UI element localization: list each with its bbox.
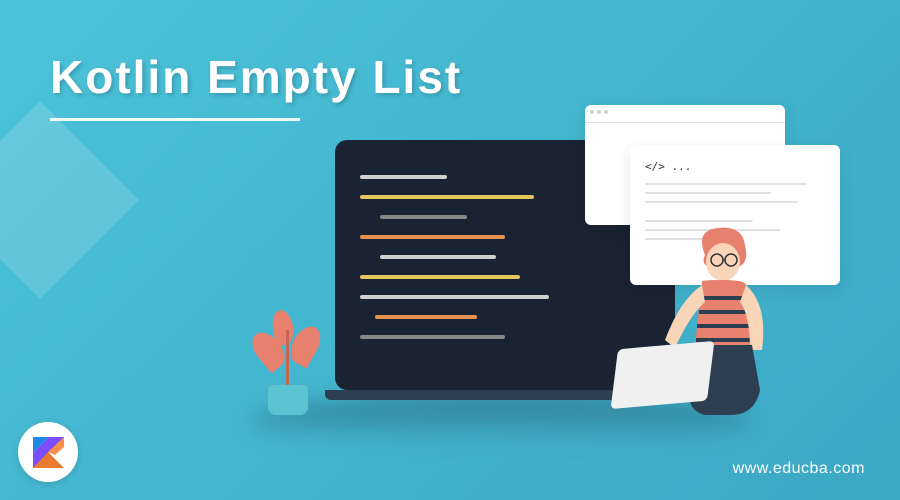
window-dot (604, 110, 608, 114)
popup-titlebar (585, 105, 785, 123)
code-line (360, 175, 447, 179)
code-line (360, 195, 534, 199)
popup-line (645, 192, 771, 194)
stem (286, 330, 289, 385)
logo-badge (18, 422, 78, 482)
code-line (360, 235, 505, 239)
hero-banner: Kotlin Empty List </> ... (0, 0, 900, 500)
decorative-shape (0, 101, 139, 299)
popup-line (645, 201, 798, 203)
person-illustration (650, 220, 800, 420)
code-line (380, 255, 496, 259)
plant-pot (268, 385, 308, 415)
code-line (360, 275, 520, 279)
code-line (380, 215, 467, 219)
watermark-text: www.educba.com (733, 460, 865, 478)
window-dot (597, 110, 601, 114)
code-line (360, 335, 505, 339)
title-underline (50, 118, 300, 121)
popup-line (645, 183, 807, 185)
code-line (375, 315, 477, 319)
person-laptop (611, 341, 715, 409)
code-line (360, 295, 549, 299)
page-title: Kotlin Empty List (50, 50, 462, 104)
plant-illustration (268, 385, 308, 415)
kotlin-logo-icon (31, 435, 66, 470)
code-tag-label: </> ... (645, 160, 825, 173)
window-dot (590, 110, 594, 114)
